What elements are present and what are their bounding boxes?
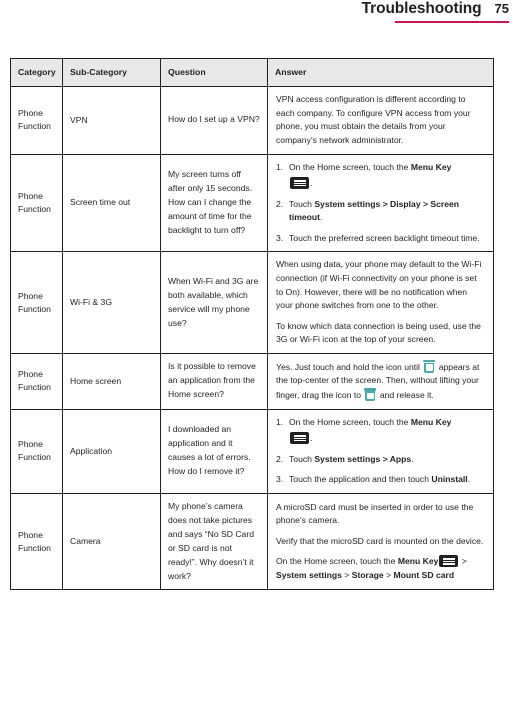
cell-subcategory: Wi-Fi & 3G (62, 251, 161, 354)
cell-subcategory: Screen time out (62, 153, 161, 253)
step-text: On the Home screen, touch the (289, 416, 411, 427)
cell-answer: When using data, your phone may default … (267, 251, 494, 354)
answer-step: 1. On the Home screen, touch the Menu Key… (276, 416, 485, 446)
cell-category: Phone Function (10, 408, 63, 494)
column-header-category: Category (10, 57, 63, 88)
menu-key-icon (290, 177, 309, 190)
answer-text: On the Home screen, touch the (276, 556, 398, 567)
trash-icon (364, 388, 377, 402)
table-row: Phone Function Camera My phone’s camera … (10, 492, 494, 591)
step-text: Touch the preferred screen backlight tim… (289, 232, 480, 243)
cell-category: Phone Function (10, 86, 63, 155)
page-header: Troubleshooting 75 (0, 0, 523, 30)
cell-question: Is it possible to remove an application … (160, 352, 268, 410)
step-bold-text: System settings > Apps (314, 453, 412, 464)
cell-category: Phone Function (10, 153, 63, 253)
step-number: 1. (276, 416, 284, 427)
cell-subcategory: Camera (62, 492, 161, 591)
table-body: Phone Function VPN How do I set up a VPN… (10, 86, 494, 591)
step-text-suffix: . (320, 212, 323, 223)
cell-question: When Wi-Fi and 3G are both available, wh… (160, 251, 268, 354)
cell-subcategory: VPN (62, 86, 161, 155)
answer-separator: > (383, 570, 394, 581)
answer-step: 3. Touch the application and then touch U… (276, 473, 485, 487)
cell-question: My screen turns off after only 15 second… (160, 153, 268, 253)
column-header-answer: Answer (267, 57, 494, 88)
answer-bold-storage: Storage (351, 570, 384, 581)
answer-separator: > (341, 570, 352, 581)
cell-category: Phone Function (10, 492, 63, 591)
answer-step: 1. On the Home screen, touch the Menu Key… (276, 161, 485, 191)
cell-answer: 1. On the Home screen, touch the Menu Key… (267, 408, 494, 494)
trash-icon (423, 359, 436, 373)
answer-separator: > (459, 556, 467, 567)
menu-key-icon (290, 432, 309, 445)
cell-answer: 1. On the Home screen, touch the Menu Key… (267, 153, 494, 253)
answer-bold-system-settings: System settings (276, 570, 342, 581)
step-text: Touch (289, 453, 315, 464)
table-row: Phone Function Screen time out My screen… (10, 153, 494, 253)
menu-key-icon-wrapper: . (289, 177, 485, 191)
cell-answer: VPN access configuration is different ac… (267, 86, 494, 155)
step-text: Touch the application and then touch (289, 474, 432, 485)
table-row: Phone Function VPN How do I set up a VPN… (10, 86, 494, 155)
step-text: On the Home screen, touch the (289, 161, 411, 172)
answer-bold-mount-sd-card: Mount SD card (393, 570, 455, 581)
step-number: 3. (276, 232, 284, 243)
table-header-row: Category Sub-Category Question Answer (10, 57, 494, 88)
answer-paragraph: Verify that the microSD card is mounted … (276, 535, 484, 546)
step-bold-text: Menu Key (410, 161, 452, 172)
answer-step: 3. Touch the preferred screen backlight t… (276, 232, 485, 246)
header-rule (395, 21, 509, 23)
table-row: Phone Function Home screen Is it possibl… (10, 352, 494, 410)
page-header-inner: Troubleshooting 75 (362, 0, 509, 18)
step-text-suffix: . (310, 433, 313, 444)
answer-step-list: 1. On the Home screen, touch the Menu Key… (276, 416, 485, 487)
step-bold-text: Uninstall (431, 474, 468, 485)
menu-key-icon (439, 555, 459, 568)
step-text-suffix: . (310, 178, 313, 189)
answer-text-part3: and release it. (377, 390, 434, 401)
table-header: Category Sub-Category Question Answer (10, 57, 494, 88)
cell-answer: Yes. Just touch and hold the icon until … (267, 352, 494, 410)
step-text-suffix: . (467, 474, 471, 485)
page-number: 75 (494, 1, 509, 16)
cell-question: I downloaded an application and it cause… (160, 408, 268, 494)
answer-paragraph-with-icon: On the Home screen, touch the Menu Key >… (276, 555, 485, 582)
cell-question: My phone’s camera does not take pictures… (160, 492, 268, 591)
cell-answer: A microSD card must be inserted in order… (267, 492, 494, 591)
answer-paragraph: When using data, your phone may default … (276, 259, 482, 311)
answer-bold-menu-key: Menu Key (397, 556, 439, 567)
cell-category: Phone Function (10, 251, 63, 354)
cell-question: How do I set up a VPN? (160, 86, 268, 155)
answer-paragraph: VPN access configuration is different ac… (276, 94, 471, 145)
step-number: 1. (276, 161, 284, 172)
answer-step: 2. Touch System settings > Display > Scre… (276, 198, 485, 225)
step-number: 3. (276, 474, 284, 485)
cell-subcategory: Application (62, 408, 161, 494)
answer-paragraph: Yes. Just touch and hold the icon until … (276, 359, 485, 403)
answer-step: 2. Touch System settings > Apps. (276, 453, 485, 467)
step-text-suffix: . (411, 453, 414, 464)
table-row: Phone Function Wi-Fi & 3G When Wi-Fi and… (10, 251, 494, 354)
table-row: Phone Function Application I downloaded … (10, 408, 494, 494)
answer-paragraph: To know which data connection is being u… (276, 320, 481, 345)
step-bold-text: Menu Key (410, 416, 452, 427)
cell-subcategory: Home screen (62, 352, 161, 410)
step-bold-text: System settings > Display > Screen timeo… (289, 198, 460, 223)
menu-key-icon-wrapper: . (289, 432, 485, 446)
column-header-subcategory: Sub-Category (62, 57, 161, 88)
column-header-question: Question (160, 57, 268, 88)
answer-paragraph: A microSD card must be inserted in order… (276, 501, 474, 526)
answer-step-list: 1. On the Home screen, touch the Menu Key… (276, 161, 485, 246)
page-title: Troubleshooting (361, 0, 482, 17)
answer-text-part1: Yes. Just touch and hold the icon until (276, 361, 423, 372)
step-text: Touch (289, 198, 315, 209)
troubleshooting-table: Category Sub-Category Question Answer Ph… (10, 57, 494, 591)
step-number: 2. (276, 453, 284, 464)
cell-category: Phone Function (10, 352, 63, 410)
step-number: 2. (276, 198, 284, 209)
